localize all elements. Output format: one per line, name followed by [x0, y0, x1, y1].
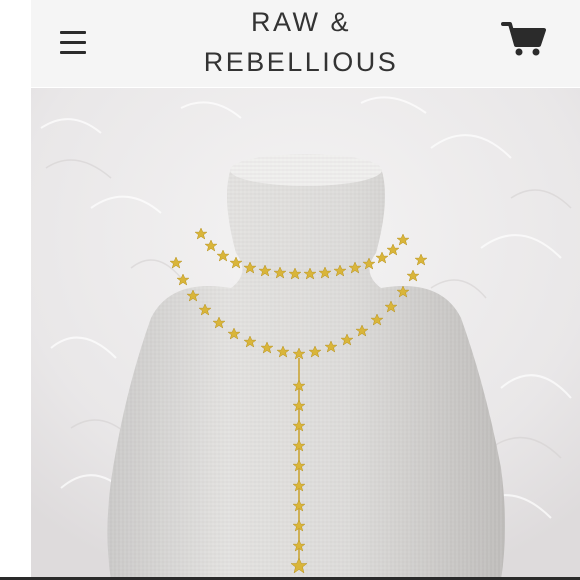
brand-logo[interactable]: RAW & REBELLIOUS [151, 2, 451, 82]
brand-line-1: RAW & [251, 7, 351, 37]
left-gutter [0, 0, 31, 580]
site-header: RAW & REBELLIOUS [31, 0, 580, 87]
cart-button[interactable] [501, 18, 547, 58]
hamburger-icon-bar-top [60, 31, 86, 34]
product-image[interactable] [31, 88, 580, 580]
menu-button[interactable] [58, 28, 88, 56]
cart-icon [501, 22, 546, 56]
hamburger-icon-bar-bottom [60, 51, 86, 54]
page: RAW & REBELLIOUS [0, 0, 580, 580]
necklace-photo [31, 88, 580, 580]
brand-line-2: REBELLIOUS [203, 47, 399, 77]
hamburger-icon-bar-middle [60, 41, 86, 44]
